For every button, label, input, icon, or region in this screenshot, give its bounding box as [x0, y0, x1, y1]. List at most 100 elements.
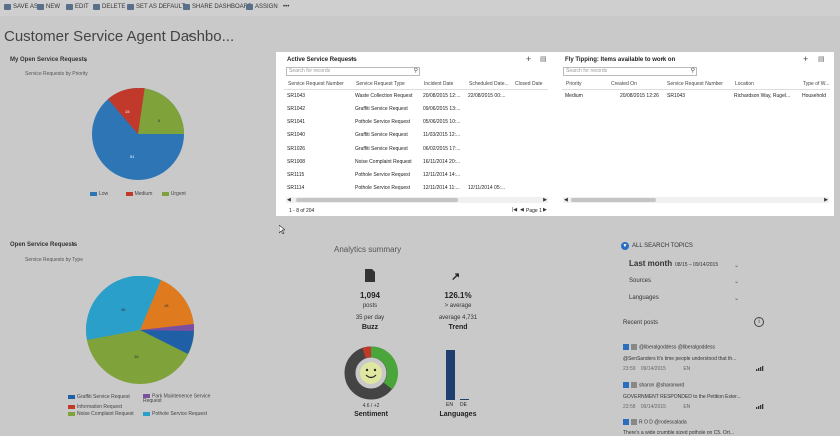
col-header-sr-number-2[interactable]: Service Request Number [667, 81, 723, 87]
set-as-default-button[interactable]: SET AS DEFAULT [127, 4, 185, 10]
document-icon [365, 269, 375, 282]
legend-item-graffiti[interactable]: Graffiti Service Request [68, 394, 143, 404]
twitter-icon [623, 344, 629, 350]
all-search-topics-label: ALL SEARCH TOPICS [632, 243, 693, 249]
col-header-closed-date[interactable]: Closed Date [515, 81, 543, 87]
chevron-down-circle-icon: ▼ [621, 242, 629, 250]
col-header-priority[interactable]: Priority [566, 81, 582, 87]
add-record-icon[interactable]: + [526, 54, 531, 64]
grid2-search-input[interactable]: Search for records ⚲ [563, 67, 697, 76]
chart-type-subtitle: Service Requests by Type [25, 257, 83, 263]
set-default-icon [127, 4, 134, 10]
view-selector-chevron-icon[interactable]: ▼ [71, 242, 76, 248]
grid2-view-icon[interactable]: ▤ [818, 55, 825, 63]
post-text: @SenSanders It's time people understood … [623, 356, 737, 362]
grid1-horizontal-scrollbar[interactable]: ◀ ▶ [286, 197, 548, 203]
language-bar-en [446, 350, 455, 400]
sentiment-label: Sentiment [354, 411, 388, 418]
active-service-requests-title[interactable]: Active Service Requests [287, 57, 357, 63]
col-header-sr-type[interactable]: Service Request Type [356, 81, 405, 87]
pie-label-information: 18 [164, 303, 169, 308]
col-header-type-of-work[interactable]: Type of W... [803, 81, 831, 87]
trend-comparison: > average [444, 303, 472, 309]
next-page-icon[interactable]: ▶ [543, 207, 547, 213]
set-default-label: SET AS DEFAULT [136, 4, 186, 10]
period-range: 08/15 – 09/14/2015 [675, 262, 719, 268]
pie-slice-urgent[interactable] [138, 88, 184, 134]
post-author: @liberalgoddess @liberalgoddess [639, 344, 716, 351]
scroll-left-icon[interactable]: ◀ [287, 197, 291, 203]
period-selector[interactable]: Last month [629, 259, 672, 268]
grid1-scroll-thumb[interactable] [296, 198, 458, 202]
buzz-unit: posts [362, 303, 378, 309]
panel-my-open-requests-title[interactable]: My Open Service Requests [10, 57, 87, 63]
mouse-cursor-icon [279, 225, 285, 234]
delete-button[interactable]: DELETE [93, 4, 125, 10]
grid2-add-record-icon[interactable]: + [803, 54, 808, 64]
pie-label-low: 51 [130, 154, 135, 159]
info-icon[interactable]: i [754, 317, 764, 327]
col-header-incident-date[interactable]: Incident Date [424, 81, 453, 87]
post-text: There's a wide crumble sized pothole on … [623, 430, 735, 436]
period-chevron-icon[interactable]: ⌄ [734, 262, 739, 269]
search-icon[interactable]: ⚲ [691, 68, 695, 75]
previous-page-icon[interactable]: ◀ [520, 207, 524, 213]
edit-button[interactable]: EDIT [66, 4, 89, 10]
languages-chevron-icon[interactable]: ⌄ [734, 295, 739, 302]
grid2-scroll-thumb[interactable] [571, 198, 656, 202]
languages-selector[interactable]: Languages [629, 295, 659, 301]
col-header-scheduled-date[interactable]: Scheduled Date... [469, 81, 509, 87]
grid1-view-chevron-icon[interactable]: ▼ [350, 57, 355, 63]
buzz-value: 1,094 [359, 291, 381, 300]
more-commands-button[interactable]: ••• [283, 4, 289, 10]
legend-item-information[interactable]: Information Request [68, 404, 218, 411]
grid1-search-input[interactable]: Search for records ⚲ [286, 67, 420, 76]
col-header-location[interactable]: Location [735, 81, 754, 87]
pie-label-noise: 36 [134, 354, 139, 359]
scroll-right-icon[interactable]: ▶ [543, 197, 547, 203]
legend-item-pothole[interactable]: Pothole Service Request [143, 411, 218, 418]
chart-priority-subtitle: Service Requests by Priority [25, 71, 88, 77]
language-label-en: EN [446, 402, 453, 408]
save-as-button[interactable]: SAVE AS [4, 4, 38, 10]
grid1-header-divider [284, 89, 548, 90]
all-search-topics-selector[interactable]: ▼ ALL SEARCH TOPICS [621, 242, 693, 250]
page-title[interactable]: Customer Service Agent Dashbo... [4, 28, 234, 45]
post-time: 23:59 [623, 366, 636, 372]
analytics-summary-title: Analytics summary [334, 245, 402, 254]
new-button[interactable]: NEW [37, 4, 60, 10]
sentiment-donut-chart [344, 346, 398, 400]
grid2-view-chevron-icon[interactable]: ▼ [661, 57, 666, 63]
first-page-icon[interactable]: |◀ [512, 207, 517, 213]
legend-item-noise[interactable]: Noise Complaint Request [68, 411, 143, 418]
smiley-face-icon [360, 362, 382, 384]
share-dashboard-button[interactable]: SHARE DASHBOARD [183, 4, 252, 10]
legend-item-medium[interactable]: Medium [125, 191, 152, 197]
search-icon[interactable]: ⚲ [414, 68, 418, 75]
sources-selector[interactable]: Sources [629, 278, 651, 284]
fly-tipping-title[interactable]: Fly Tipping: Items available to work on [565, 57, 675, 63]
col-header-sr-number[interactable]: Service Request Number [288, 81, 344, 87]
legend-item-low[interactable]: Low [90, 191, 108, 197]
col-header-created-on[interactable]: Created On [611, 81, 637, 87]
legend-item-park[interactable]: Park Maintenence Service Request [143, 394, 218, 404]
legend-item-urgent[interactable]: Urgent [161, 191, 186, 197]
grid-view-icon[interactable]: ▤ [540, 55, 547, 63]
scroll-left-icon[interactable]: ◀ [564, 197, 568, 203]
type-pie-chart: 36 36 18 [86, 276, 195, 384]
post-text: GOVERNMENT RESPONDED to the Petition Ext… [623, 394, 741, 400]
save-icon [4, 4, 11, 10]
share-icon [183, 4, 190, 10]
delete-label: DELETE [102, 4, 126, 10]
edit-icon [66, 4, 73, 10]
twitter-icon [623, 382, 629, 388]
scroll-right-icon[interactable]: ▶ [824, 197, 828, 203]
panel-open-requests-title[interactable]: Open Service Requests [10, 242, 77, 248]
grid2-horizontal-scrollbar[interactable]: ◀ ▶ [563, 197, 829, 203]
priority-legend: Low Medium Urgent [90, 191, 186, 197]
view-selector-chevron-icon[interactable]: ▼ [83, 58, 88, 64]
sentiment-negative-segment [362, 346, 372, 359]
assign-button[interactable]: ASSIGN [246, 4, 278, 10]
sources-chevron-icon[interactable]: ⌄ [734, 278, 739, 285]
dashboard-selector-chevron-icon[interactable]: ▼ [187, 34, 193, 40]
